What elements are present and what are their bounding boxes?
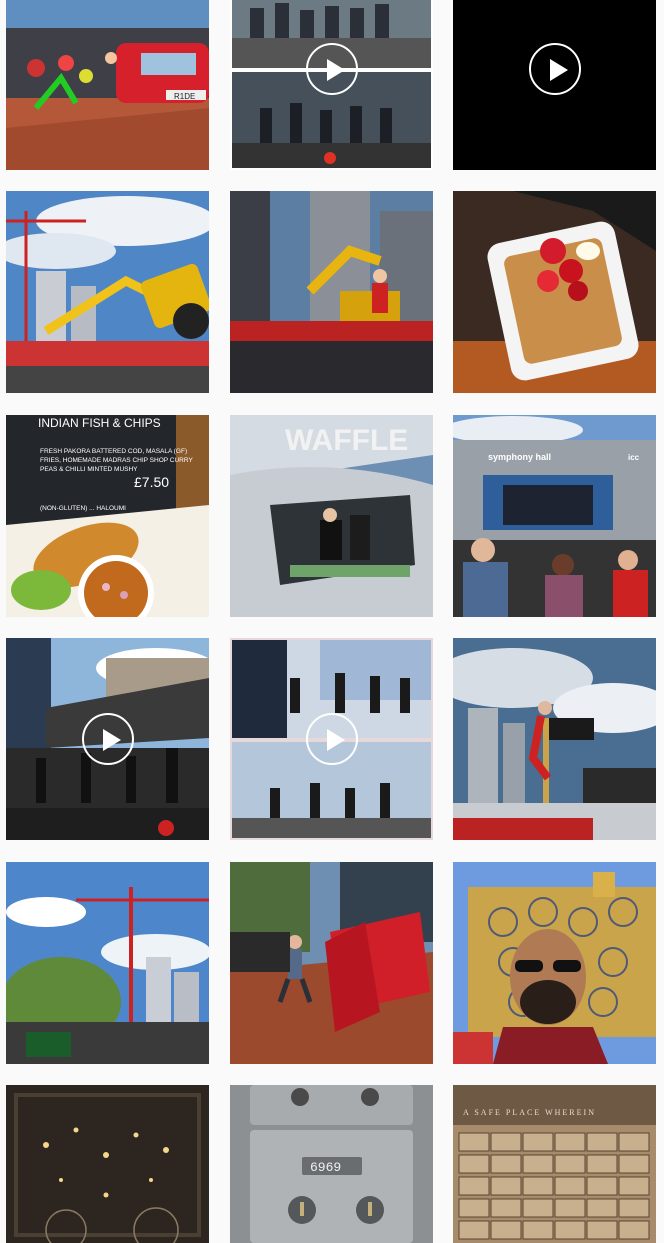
post-tile-dance-performance-collage[interactable] [230,638,433,840]
post-image [230,862,433,1064]
post-tile-waffle-strawberries[interactable] [453,191,656,393]
post-image: symphony hall icc [453,415,656,617]
post-image: INDIAN FISH & CHIPS FRESH PAKORA BATTERE… [6,415,209,617]
post-image: A SAFE PLACE WHEREIN [453,1085,656,1243]
post-image [230,191,433,393]
post-tile-outdoor-stage-dancers[interactable] [6,638,209,840]
play-icon [81,713,134,765]
post-tile-street-performers[interactable]: R1DE [6,0,209,170]
hall-sign-icc: icc [628,453,640,462]
menu-board-price: £7.50 [134,474,169,490]
post-tile-acrobat-pole[interactable] [453,638,656,840]
menu-board-line: FRIES, HOMEMADE MADRAS CHIP SHOP CURRY [40,457,193,464]
play-icon [305,713,358,765]
post-tile-library-selfie[interactable] [453,862,656,1064]
play-icon [528,43,581,95]
post-image [453,191,656,393]
waffle-sign-text: WAFFLE [285,424,408,457]
hall-sign-text: symphony hall [488,452,551,462]
post-tile-ornate-ceiling[interactable] [6,1085,209,1243]
menu-board-line: (NON-GLUTEN) ... HALOUMI [40,505,126,512]
vault-inscription-text: A SAFE PLACE WHEREIN [463,1108,596,1117]
post-image: WAFFLE [230,415,433,617]
post-image [453,638,656,840]
menu-board-title: INDIAN FISH & CHIPS [38,416,161,430]
post-tile-vault-boxes[interactable]: A SAFE PLACE WHEREIN [453,1085,656,1243]
post-tile-indian-fish-chips[interactable]: INDIAN FISH & CHIPS FRESH PAKORA BATTERE… [6,415,209,617]
menu-board-line: PEAS & CHILLI MINTED MUSHY [40,466,138,473]
safe-number-text: 6969 [310,1160,341,1175]
post-tile-symphony-hall[interactable]: symphony hall icc [453,415,656,617]
post-image: R1DE [6,0,209,170]
post-image [6,191,209,393]
post-tile-dance-collage[interactable] [230,0,433,170]
post-image [453,862,656,1064]
post-tile-crane-digger[interactable] [6,191,209,393]
post-image [6,1085,209,1243]
post-tile-safe-box[interactable]: 6969 [230,1085,433,1243]
post-tile-red-car-parts[interactable] [230,862,433,1064]
car-plate-text: R1DE [174,92,195,101]
post-image [6,862,209,1064]
post-tile-digger-stage[interactable] [230,191,433,393]
post-tile-black-video[interactable] [453,0,656,170]
play-icon [305,43,358,95]
menu-board-line: FRESH PAKORA BATTERED COD, MASALA (GF) [40,448,187,455]
post-image: 6969 [230,1085,433,1243]
post-tile-waffle-van[interactable]: WAFFLE [230,415,433,617]
photo-grid: R1DE INDIAN FISH & CHIPS FRESH PAKORA BA… [0,0,664,1243]
post-tile-crane-trees[interactable] [6,862,209,1064]
